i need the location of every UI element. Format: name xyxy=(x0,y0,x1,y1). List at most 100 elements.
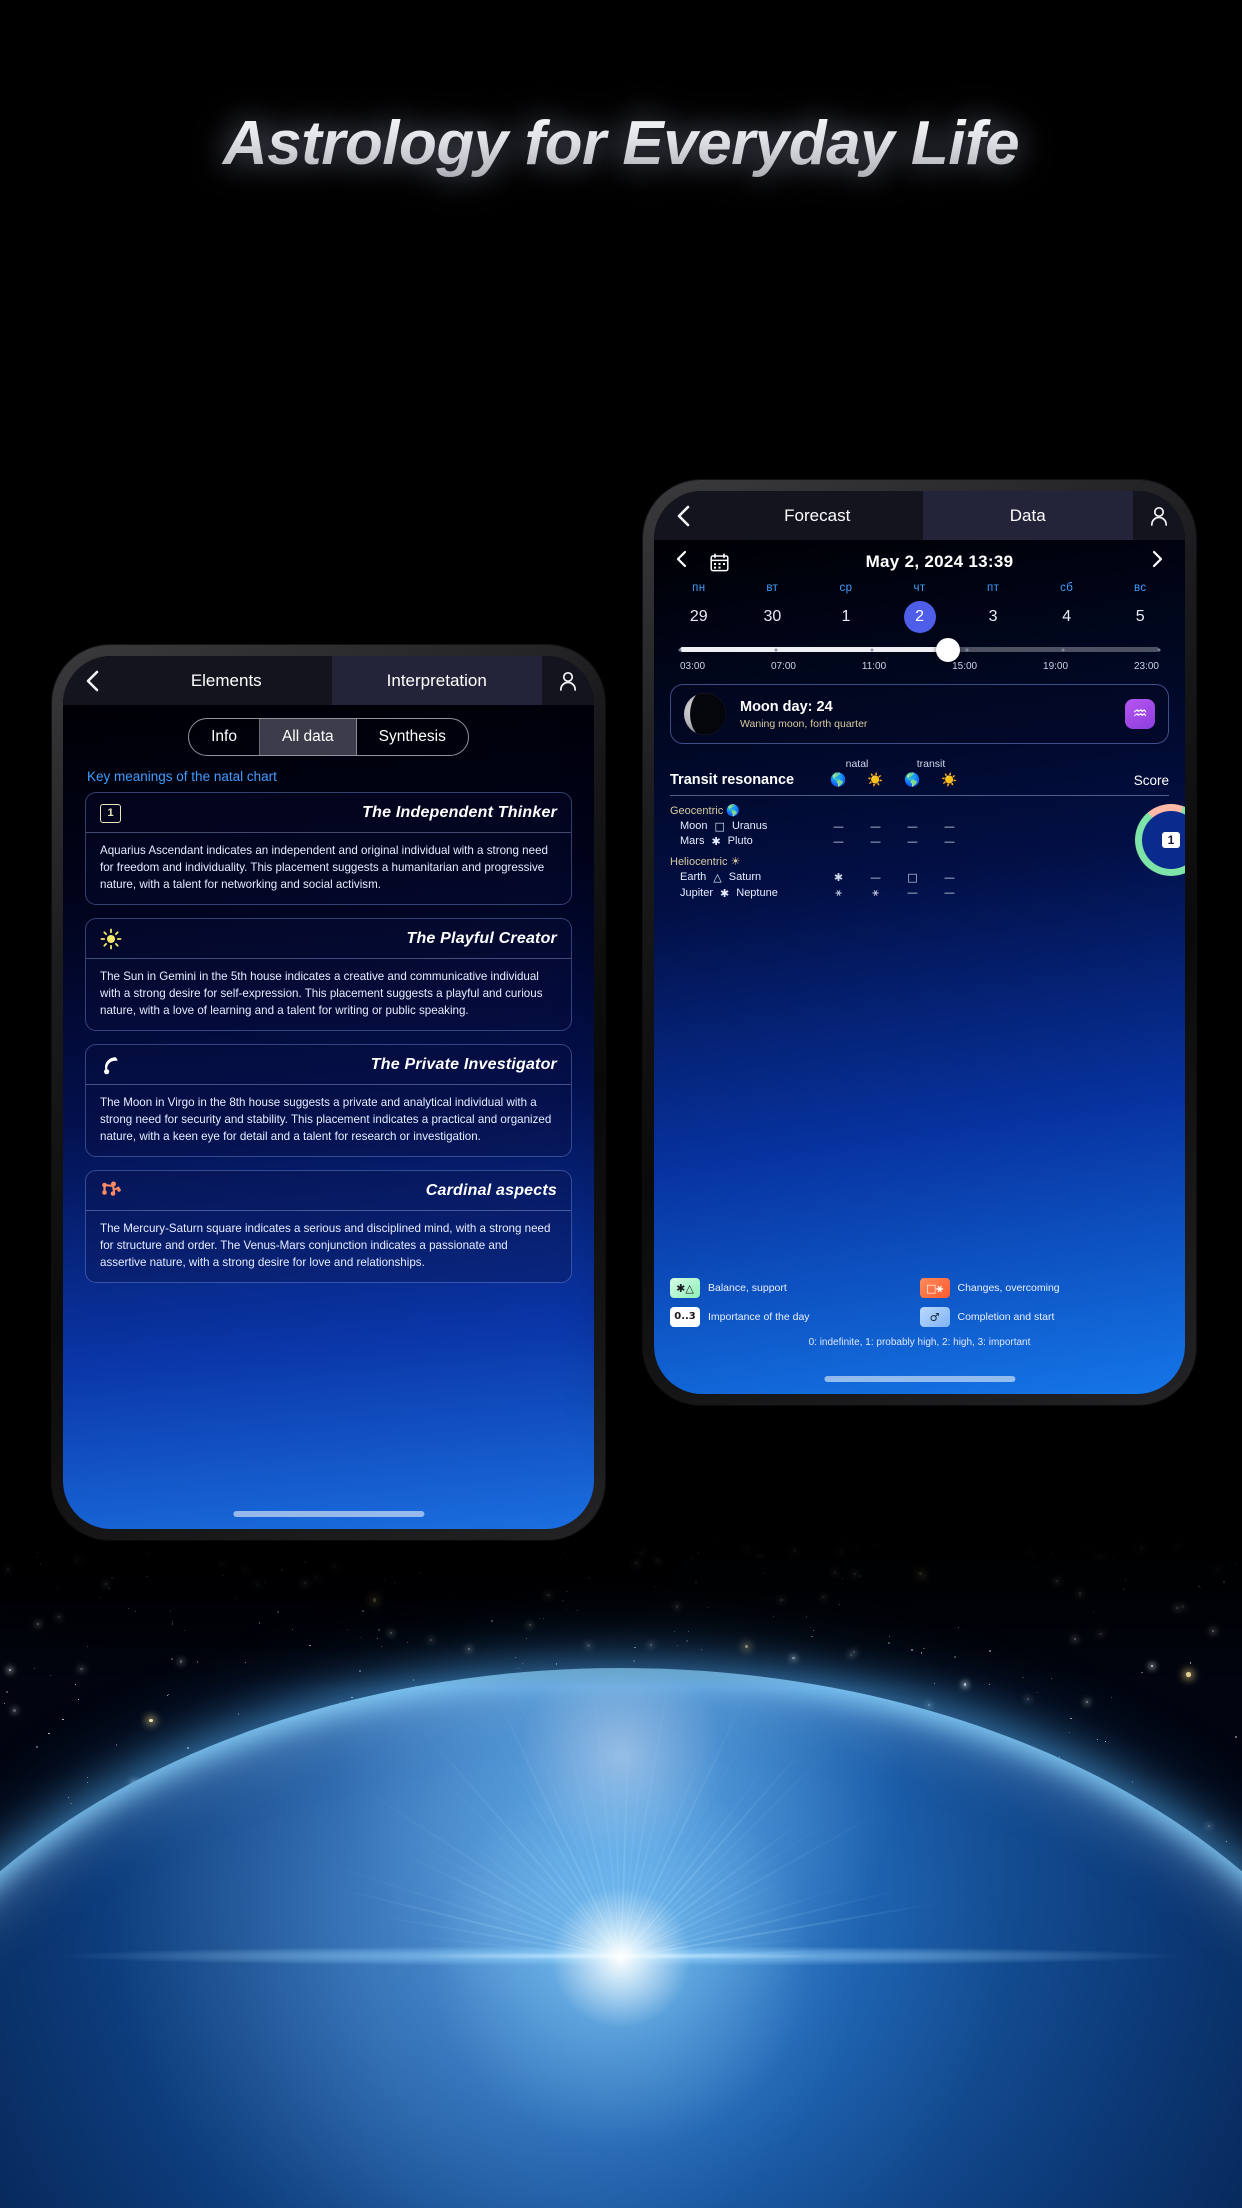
star xyxy=(1104,1740,1106,1742)
week-strip[interactable]: пн 29 вт 30 ср 1 чт 2 пт 3 сб 4 вс 5 xyxy=(654,578,1185,633)
earth-icon: 🌎 xyxy=(904,773,921,788)
table-sections: Geocentric 🌎 Moon □ Uranus — — — — Mars ✱ Pluto — — —… xyxy=(670,804,1169,901)
slider-tick-label: 11:00 xyxy=(861,661,887,672)
week-day-cell[interactable]: пн 29 xyxy=(662,582,736,633)
transit-row[interactable]: Jupiter ✱ Neptune ⚹ ⚹ — — xyxy=(670,885,1169,901)
date-navigation-bar: May 2, 2024 13:39 xyxy=(654,540,1185,578)
body-1: Earth xyxy=(680,871,707,883)
week-day-number: 1 xyxy=(841,608,851,625)
natal-label: natal xyxy=(845,758,869,770)
table-section-header: Heliocentric ☀ xyxy=(670,855,1169,868)
slider-tick xyxy=(1061,648,1065,651)
card-title: The Private Investigator xyxy=(370,1056,557,1074)
transit-row[interactable]: Earth △ Saturn ✱ — □ — xyxy=(670,870,1169,885)
column-group-natal: natal 🌎 ☀️ xyxy=(820,758,894,788)
week-day-cell[interactable]: вт 30 xyxy=(736,582,810,633)
transit-row[interactable]: Moon □ Uranus — — — — xyxy=(670,819,1169,834)
transit-cell: — xyxy=(944,820,955,833)
week-day-cell[interactable]: вс 5 xyxy=(1103,582,1177,633)
horizon-glow xyxy=(0,1943,1242,1969)
week-day-name: пн xyxy=(692,582,706,594)
slider-track[interactable] xyxy=(678,637,1161,662)
interpretation-card[interactable]: 1 The Independent Thinker Aquarius Ascen… xyxy=(85,792,572,906)
sun-icon: ☀ xyxy=(730,855,741,868)
star xyxy=(48,1732,50,1735)
earth-icon: 🌎 xyxy=(830,773,847,788)
transit-cell: ✱ xyxy=(833,871,844,884)
week-day-cell[interactable]: чт 2 xyxy=(883,582,957,633)
aspect-symbol: □ xyxy=(714,820,725,833)
tab-data[interactable]: Data xyxy=(922,491,1133,540)
tab-interpretation[interactable]: Interpretation xyxy=(331,656,542,705)
profile-button[interactable] xyxy=(542,670,594,692)
week-day-cell[interactable]: ср 1 xyxy=(809,582,883,633)
week-day-number: 3 xyxy=(988,608,998,625)
transit-cell: — xyxy=(907,820,918,833)
star xyxy=(1131,1781,1134,1783)
transit-cell: ⚹ xyxy=(835,886,842,899)
body-1: Moon xyxy=(680,820,708,832)
back-button[interactable] xyxy=(63,670,121,692)
week-day-name: сб xyxy=(1060,582,1074,594)
left-screen: Elements Interpretation Info All data Sy… xyxy=(63,656,594,1529)
transit-row[interactable]: Mars ✱ Pluto — — — — xyxy=(670,834,1169,849)
slider-tick-label: 03:00 xyxy=(680,661,706,672)
segment-all-data[interactable]: All data xyxy=(259,719,357,755)
prev-day-button[interactable] xyxy=(670,550,694,574)
transit-pair: Mars ✱ Pluto xyxy=(670,835,820,848)
week-day-cell[interactable]: сб 4 xyxy=(1030,582,1104,633)
right-content: May 2, 2024 13:39 пн 29 вт 30 ср 1 чт 2 пт 3 сб 4 вс… xyxy=(654,540,1185,1394)
slider-tick xyxy=(678,648,682,651)
slider-tick xyxy=(774,648,778,651)
transit-cell: — xyxy=(833,820,844,833)
star xyxy=(237,1713,239,1715)
card-body: The Mercury-Saturn square indicates a se… xyxy=(100,1222,551,1270)
transit-cell: — xyxy=(944,835,955,848)
transit-label: transit xyxy=(916,758,946,770)
transit-cells: ✱ — □ — xyxy=(820,871,968,884)
star xyxy=(186,1747,189,1749)
interpretation-card[interactable]: The Playful Creator The Sun in Gemini in… xyxy=(85,918,572,1032)
profile-button[interactable] xyxy=(1133,505,1185,527)
score-column-label: Score xyxy=(1133,773,1169,788)
moon-phase-icon xyxy=(684,693,726,735)
moon-day-label: Moon day: 24 xyxy=(740,698,833,715)
legend-label: Importance of the day xyxy=(708,1311,810,1323)
moon-day-card[interactable]: Moon day: 24 Waning moon, forth quarter … xyxy=(670,684,1169,744)
next-day-button[interactable] xyxy=(1145,550,1169,574)
segment-synthesis[interactable]: Synthesis xyxy=(357,719,468,755)
right-screen: Forecast Data May 2, 2024 13:39 пн 29 вт… xyxy=(654,491,1185,1394)
slider-tick-labels: 03:00 07:00 11:00 15:00 19:00 23:00 xyxy=(680,661,1159,672)
bright-star xyxy=(149,1718,153,1723)
aquarius-icon[interactable]: ♒ xyxy=(1125,699,1155,729)
tab-elements[interactable]: Elements xyxy=(121,656,332,705)
legend-item: ✱△ Balance, support xyxy=(670,1278,920,1298)
transit-cell: — xyxy=(870,835,881,848)
tab-forecast[interactable]: Forecast xyxy=(712,491,923,540)
body-2: Saturn xyxy=(728,871,762,883)
week-day-name: чт xyxy=(913,582,926,594)
interpretation-card[interactable]: The Private Investigator The Moon in Vir… xyxy=(85,1044,572,1158)
slider-thumb[interactable] xyxy=(936,637,961,662)
star xyxy=(166,1695,168,1697)
week-day-number: 30 xyxy=(763,608,782,625)
transit-cell: — xyxy=(907,835,918,848)
page-title: Astrology for Everyday Life xyxy=(0,108,1242,179)
card-header: Cardinal aspects xyxy=(86,1171,571,1212)
transit-resonance-table: Transit resonance natal 🌎 ☀️ transit 🌎 ☀… xyxy=(654,744,1185,901)
transit-cells: — — — — xyxy=(820,835,968,848)
house-number-1-icon: 1 xyxy=(100,801,126,825)
back-button[interactable] xyxy=(654,505,712,527)
segment-info[interactable]: Info xyxy=(189,719,260,755)
time-slider[interactable]: 03:00 07:00 11:00 15:00 19:00 23:00 xyxy=(654,633,1185,672)
aspect-symbol: ✱ xyxy=(711,835,721,848)
interpretation-card[interactable]: Cardinal aspects The Mercury-Saturn squa… xyxy=(85,1170,572,1284)
transit-cell: □ xyxy=(907,871,918,884)
star xyxy=(168,1694,169,1695)
legend-item: □⚹ Changes, overcoming xyxy=(919,1278,1170,1298)
week-day-cell[interactable]: пт 3 xyxy=(956,582,1030,633)
sun-icon xyxy=(100,927,126,951)
calendar-button[interactable] xyxy=(704,552,734,572)
star xyxy=(1208,1825,1211,1828)
segmented-control[interactable]: Info All data Synthesis xyxy=(188,718,469,756)
